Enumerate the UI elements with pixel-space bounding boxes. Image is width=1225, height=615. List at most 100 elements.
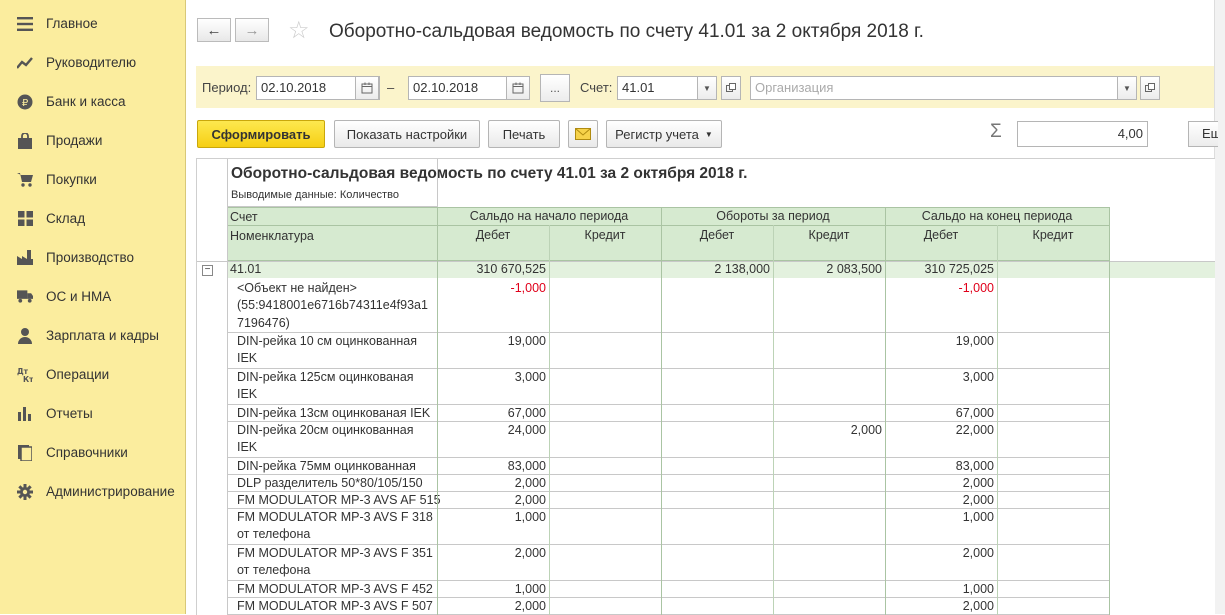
row-name-line: IEK — [237, 387, 258, 402]
cart-icon — [17, 172, 33, 188]
row-end-debit: 67,000 — [955, 406, 994, 420]
report-area[interactable]: Оборотно-сальдовая ведомость по счету 41… — [196, 158, 1215, 615]
header-end_balance: Сальдо на конец периода — [921, 209, 1073, 223]
calendar-to-icon[interactable] — [506, 76, 530, 100]
sidebar-item-2[interactable]: ₽ Банк и касса — [0, 82, 185, 121]
row-name-line: DIN-рейка 75мм оцинкованная — [237, 459, 416, 473]
row-start-debit: 3,000 — [514, 370, 546, 384]
sidebar-item-5[interactable]: Склад — [0, 199, 185, 238]
sidebar-item-label: Покупки — [46, 172, 97, 187]
favorite-star-icon[interactable]: ☆ — [288, 18, 310, 44]
row-end-debit: 83,000 — [955, 459, 994, 473]
row-start-debit: 83,000 — [507, 459, 546, 473]
sidebar-item-label: Зарплата и кадры — [46, 328, 159, 343]
grid-vline — [437, 159, 438, 207]
sidebar-item-11[interactable]: Справочники — [0, 433, 185, 472]
back-button[interactable]: ← — [197, 18, 231, 42]
row-turn-credit: 2,000 — [850, 423, 882, 437]
row-start-debit: 2,000 — [514, 599, 546, 613]
header-debit: Дебет — [475, 228, 511, 242]
row-start-debit: 19,000 — [507, 334, 546, 348]
sidebar-item-label: Администрирование — [46, 484, 175, 499]
sidebar-item-12[interactable]: Администрирование — [0, 472, 185, 511]
sidebar-item-label: Справочники — [46, 445, 128, 460]
report-output-info: Выводимые данные: Количество — [231, 189, 399, 201]
sidebar-item-0[interactable]: Главное — [0, 4, 185, 43]
register-label: Регистр учета — [615, 126, 699, 142]
header-debit: Дебет — [699, 228, 735, 242]
sidebar-item-1[interactable]: Руководителю — [0, 43, 185, 82]
grid-vline — [773, 225, 774, 615]
collapse-group-icon[interactable]: − — [202, 265, 213, 276]
grid-vline — [549, 225, 550, 615]
row-name-line: от телефона — [237, 563, 311, 578]
report-title: Оборотно-сальдовая ведомость по счету 41… — [231, 165, 748, 182]
right-scroll-edge[interactable] — [1214, 0, 1225, 614]
header-credit: Кредит — [584, 228, 626, 242]
grid-vline — [227, 159, 228, 615]
email-icon[interactable] — [568, 120, 598, 148]
sum-field: 4,00 — [1017, 121, 1148, 147]
book-icon — [17, 444, 33, 461]
row-name-line: DIN-рейка 13см оцинкованая IEK — [237, 406, 431, 420]
organization-open-icon[interactable] — [1140, 76, 1160, 100]
more-button[interactable]: Еще — [1188, 121, 1218, 147]
account-dropdown-icon[interactable]: ▼ — [697, 76, 717, 100]
sidebar-item-label: Продажи — [46, 133, 103, 148]
row-start-debit: -1,000 — [510, 281, 546, 295]
row-start-debit: 67,000 — [507, 406, 546, 420]
organization-dropdown-icon[interactable]: ▼ — [1117, 76, 1137, 100]
sidebar-item-label: Банк и касса — [46, 94, 126, 109]
sum-icon: Σ — [990, 121, 1002, 142]
group-account[interactable]: 41.01 — [230, 261, 261, 278]
period-select-button[interactable]: ... — [540, 74, 570, 102]
sidebar-item-4[interactable]: Покупки — [0, 160, 185, 199]
row-name-line: <Объект не найден> — [237, 281, 357, 295]
sidebar-item-label: Склад — [46, 211, 86, 226]
row-name-line: FM MODULATOR MP-3 AVS F 318 — [237, 510, 433, 524]
sidebar-item-8[interactable]: Зарплата и кадры — [0, 316, 185, 355]
svg-text:₽: ₽ — [22, 98, 29, 109]
account-open-icon[interactable] — [721, 76, 741, 100]
sidebar-item-6[interactable]: Производство — [0, 238, 185, 277]
show-settings-button[interactable]: Показать настройки — [334, 120, 480, 148]
row-name-line: FM MODULATOR MP-3 AVS F 351 — [237, 546, 433, 560]
row-start-debit: 2,000 — [514, 493, 546, 507]
header-nomenclature: Номенклатура — [230, 229, 314, 243]
svg-text:Кт: Кт — [23, 375, 33, 383]
header-credit: Кредит — [1032, 228, 1074, 242]
header-debit: Дебет — [923, 228, 959, 242]
calendar-from-icon[interactable] — [355, 76, 379, 100]
trend-icon — [17, 55, 33, 71]
back-arrow-icon: ← — [206, 21, 222, 39]
print-button[interactable]: Печать — [488, 120, 560, 148]
period-label: Период: — [202, 80, 252, 95]
filter-bar: Период: 02.10.2018 – 02.10.2018 ... Счет… — [196, 66, 1214, 108]
row-end-debit: 19,000 — [955, 334, 994, 348]
row-start-debit: 2,000 — [514, 546, 546, 560]
row-end-debit: 2,000 — [962, 599, 994, 613]
grid-vline — [1109, 207, 1110, 615]
sidebar-item-3[interactable]: Продажи — [0, 121, 185, 160]
page-title: Оборотно-сальдовая ведомость по счету 41… — [329, 21, 924, 42]
forward-button[interactable]: → — [235, 18, 269, 42]
grid-vline — [885, 207, 886, 615]
generate-button[interactable]: Сформировать — [197, 120, 325, 148]
grid-icon — [17, 211, 33, 227]
header-account: Счет — [230, 210, 258, 224]
row-end-debit: 2,000 — [962, 493, 994, 507]
coin-icon: ₽ — [17, 94, 33, 110]
sidebar-item-7[interactable]: ОС и НМА — [0, 277, 185, 316]
organization-field[interactable]: Организация — [750, 76, 1137, 100]
account-label: Счет: — [580, 80, 613, 95]
sidebar-item-label: Производство — [46, 250, 135, 265]
row-end-debit: 22,000 — [955, 423, 994, 437]
sidebar: Главное Руководителю ₽ Банк и касса Продажи П… — [0, 0, 186, 614]
sidebar-item-9[interactable]: Дт Кт Операции — [0, 355, 185, 394]
sidebar-item-10[interactable]: Отчеты — [0, 394, 185, 433]
row-start-debit: 2,000 — [514, 476, 546, 490]
register-button[interactable]: Регистр учета ▼ — [606, 120, 722, 148]
person-icon — [17, 327, 33, 344]
row-name-line: FM MODULATOR MP-3 AVS F 452 — [237, 582, 433, 596]
row-end-debit: 2,000 — [962, 546, 994, 560]
